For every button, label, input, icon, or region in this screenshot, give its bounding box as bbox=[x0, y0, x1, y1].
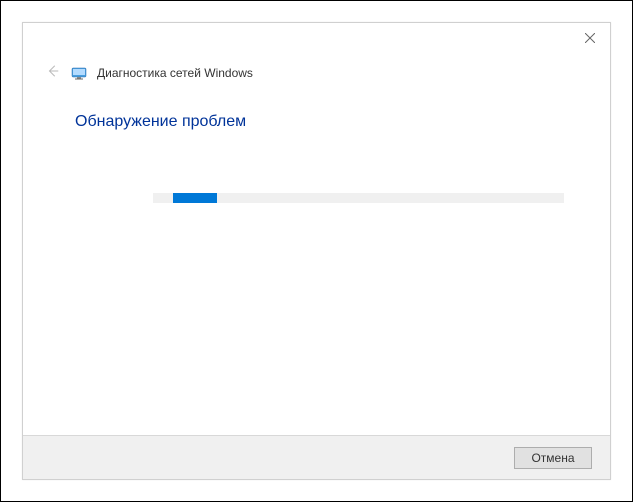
window-title: Диагностика сетей Windows bbox=[97, 66, 253, 80]
header-row: Диагностика сетей Windows bbox=[45, 65, 253, 81]
progress-bar bbox=[153, 193, 564, 203]
arrow-left-icon bbox=[46, 64, 60, 83]
close-button[interactable] bbox=[580, 29, 600, 49]
close-icon bbox=[585, 30, 595, 48]
progress-fill bbox=[173, 193, 217, 203]
dialog-window: Диагностика сетей Windows Обнаружение пр… bbox=[22, 22, 611, 480]
page-heading: Обнаружение проблем bbox=[75, 113, 246, 131]
network-diagnostics-icon bbox=[71, 65, 87, 81]
footer: Отмена bbox=[23, 435, 610, 479]
cancel-button[interactable]: Отмена bbox=[514, 447, 592, 469]
back-button[interactable] bbox=[45, 65, 61, 81]
